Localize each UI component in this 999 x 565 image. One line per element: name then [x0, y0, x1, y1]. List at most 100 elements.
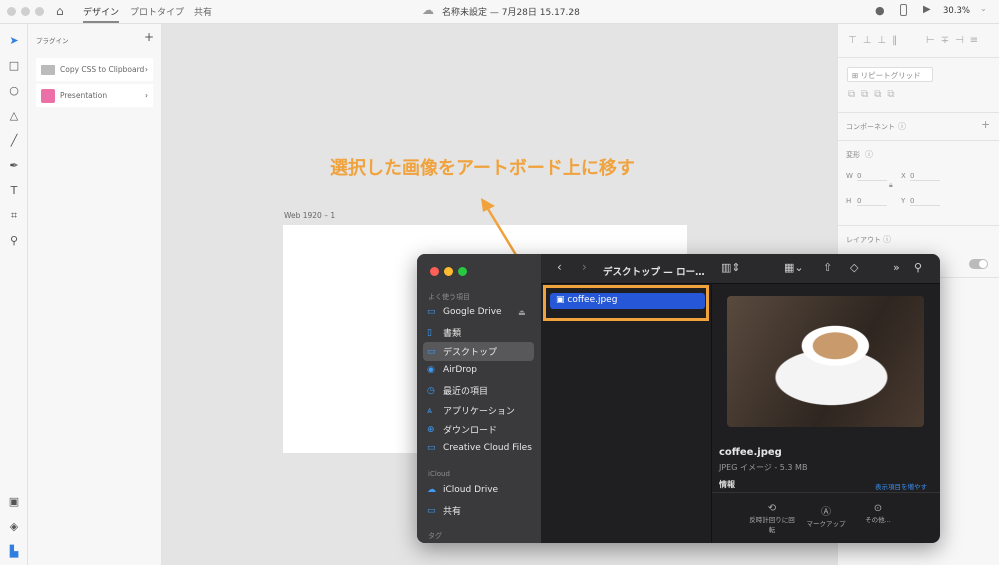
zoom-level[interactable]: 30.3% — [943, 6, 970, 16]
folder-icon: ▭ — [427, 307, 436, 317]
sidebar-item-recents[interactable]: ◷ 最近の項目 — [427, 384, 488, 398]
tab-design[interactable]: デザイン — [83, 5, 120, 23]
zoom-window-button[interactable] — [35, 7, 44, 16]
home-icon[interactable]: ⌂ — [56, 4, 64, 18]
cloud-icon: ☁ — [427, 485, 436, 495]
minimize-window-button[interactable] — [21, 7, 30, 16]
tag-icon[interactable]: ◇ — [850, 261, 858, 274]
eject-icon[interactable]: ⏏ — [518, 308, 526, 317]
boolean-ops-icons[interactable]: ⧉⧉⧉⧉ — [848, 89, 901, 100]
sidebar-item-airdrop[interactable]: ◉ AirDrop — [427, 365, 477, 375]
zoom-dropdown-icon[interactable]: ⌄ — [980, 4, 987, 13]
y-label: Y — [901, 197, 906, 205]
chevron-right-icon: › — [145, 65, 148, 74]
plugin-copy-css[interactable]: Copy CSS to Clipboard › — [36, 58, 153, 81]
chevron-down-icon[interactable]: ⌄ — [569, 5, 576, 14]
info-icon[interactable]: ⓘ — [865, 149, 873, 160]
sidebar-item-label: iCloud Drive — [443, 485, 499, 495]
view-columns-icon[interactable]: ▥⇕ — [721, 261, 741, 274]
file-item-coffee[interactable]: ▣ coffee.jpeg — [550, 293, 705, 309]
sidebar-item-documents[interactable]: ▯ 書類 — [427, 326, 462, 340]
chevron-right-icon: › — [145, 91, 148, 100]
ellipsis-icon: ⊙ — [873, 503, 883, 514]
zoom-button[interactable] — [458, 267, 467, 276]
pen-tool-icon[interactable]: ✒ — [7, 159, 21, 173]
sidebar-item-label: 書類 — [443, 329, 462, 339]
markup-button[interactable]: Ⓐ マークアップ — [801, 503, 851, 528]
sidebar-item-downloads[interactable]: ⊕ ダウンロード — [427, 423, 498, 437]
finder-window: よく使う項目 ▭ Google Drive ⏏ ▯ 書類 ▭ デスクトップ ◉ AirD… — [417, 254, 940, 543]
assets-icon[interactable]: ▣ — [7, 495, 21, 509]
x-input[interactable]: 0 — [910, 172, 940, 181]
close-button[interactable] — [430, 267, 439, 276]
zoom-tool-icon[interactable]: ⚲ — [7, 234, 21, 248]
plugins-title: プラグイン — [36, 37, 69, 45]
sidebar-item-creative-cloud[interactable]: ▭ Creative Cloud Files — [427, 443, 532, 453]
info-icon[interactable]: ⓘ — [898, 121, 906, 132]
rotate-left-button[interactable]: ⟲ 反時計回りに回転 — [747, 503, 797, 534]
artboard-tool-icon[interactable]: ⌗ — [7, 209, 21, 223]
user-icon[interactable]: ● — [875, 4, 885, 17]
line-tool-icon[interactable]: ╱ — [7, 134, 21, 148]
more-toolbar-icon[interactable]: » — [893, 261, 900, 274]
sidebar-item-icloud-drive[interactable]: ☁ iCloud Drive — [427, 485, 498, 495]
text-tool-icon[interactable]: T — [7, 184, 21, 198]
info-icon[interactable]: ⓘ — [883, 234, 891, 245]
polygon-tool-icon[interactable]: △ — [7, 109, 21, 123]
forward-button[interactable]: › — [582, 260, 587, 274]
sidebar-item-label: ダウンロード — [443, 426, 498, 436]
play-icon[interactable]: ▶ — [923, 4, 931, 15]
divider — [712, 492, 940, 493]
sidebar-item-applications[interactable]: ⩓ アプリケーション — [427, 404, 515, 418]
share-icon[interactable]: ⇧ — [823, 261, 832, 274]
tab-share[interactable]: 共有 — [194, 5, 212, 18]
icloud-header: iCloud — [428, 470, 450, 478]
group-icon[interactable]: ▦⌄ — [784, 261, 804, 274]
sidebar-item-label: Creative Cloud Files — [443, 443, 532, 453]
y-input[interactable]: 0 — [910, 197, 940, 206]
rectangle-tool-icon[interactable]: □ — [7, 59, 21, 73]
shared-folder-icon: ▭ — [427, 505, 436, 516]
close-window-button[interactable] — [7, 7, 16, 16]
finder-toolbar: ‹ › デスクトップ — ロー… ▥⇕ ▦⌄ ⇧ ◇ » ⚲ — [541, 254, 940, 284]
layout-toggle[interactable] — [969, 259, 988, 269]
artboard-label[interactable]: Web 1920 – 1 — [284, 211, 335, 220]
device-preview-icon[interactable] — [900, 4, 907, 16]
folder-icon: ▭ — [427, 443, 436, 453]
sidebar-item-google-drive[interactable]: ▭ Google Drive — [427, 307, 502, 317]
x-label: X — [901, 172, 906, 180]
align-horizontal-icons[interactable]: ⊢∓⊣≡ — [926, 35, 984, 46]
plugins-panel: プラグイン + Copy CSS to Clipboard › Presenta… — [28, 24, 162, 565]
image-file-icon: ▣ — [556, 295, 568, 305]
sidebar-item-shared[interactable]: ▭ 共有 — [427, 504, 462, 518]
align-vertical-icons[interactable]: ⊤⊥⊥‖ — [848, 35, 903, 46]
search-icon[interactable]: ⚲ — [914, 261, 922, 274]
sidebar-item-label: デスクトップ — [443, 348, 498, 358]
sidebar-item-desktop[interactable]: ▭ デスクトップ — [427, 345, 498, 359]
clock-icon: ◷ — [427, 385, 435, 396]
plugins-icon[interactable]: ▙ — [7, 545, 21, 559]
ellipse-tool-icon[interactable]: ○ — [7, 84, 21, 98]
minimize-button[interactable] — [444, 267, 453, 276]
repeat-grid-button[interactable]: ⊞ リピートグリッド — [847, 67, 933, 82]
plugin-presentation[interactable]: Presentation › — [36, 84, 153, 107]
airdrop-icon: ◉ — [427, 365, 435, 375]
show-more-link[interactable]: 表示項目を増やす — [875, 481, 927, 491]
applications-icon: ⩓ — [427, 405, 433, 416]
plugin-label: Copy CSS to Clipboard — [60, 65, 145, 74]
back-button[interactable]: ‹ — [557, 260, 562, 274]
lock-aspect-icon[interactable]: 🔒︎ — [889, 181, 893, 190]
h-label: H — [846, 197, 852, 205]
more-actions-button[interactable]: ⊙ その他... — [853, 503, 903, 524]
add-component-button[interactable]: + — [981, 118, 990, 131]
select-tool-icon[interactable]: ➤ — [7, 34, 21, 48]
width-input[interactable]: 0 — [857, 172, 887, 181]
add-plugin-button[interactable]: + — [144, 30, 154, 44]
layers-icon[interactable]: ◈ — [7, 520, 21, 534]
tab-prototype[interactable]: プロトタイプ — [130, 5, 184, 18]
action-label: マークアップ — [806, 520, 846, 528]
height-input[interactable]: 0 — [857, 197, 887, 206]
document-title[interactable]: 名称未設定 — 7月28日 15.17.28 — [442, 5, 580, 18]
presentation-icon — [41, 88, 55, 103]
sidebar-item-label: 共有 — [443, 507, 462, 517]
